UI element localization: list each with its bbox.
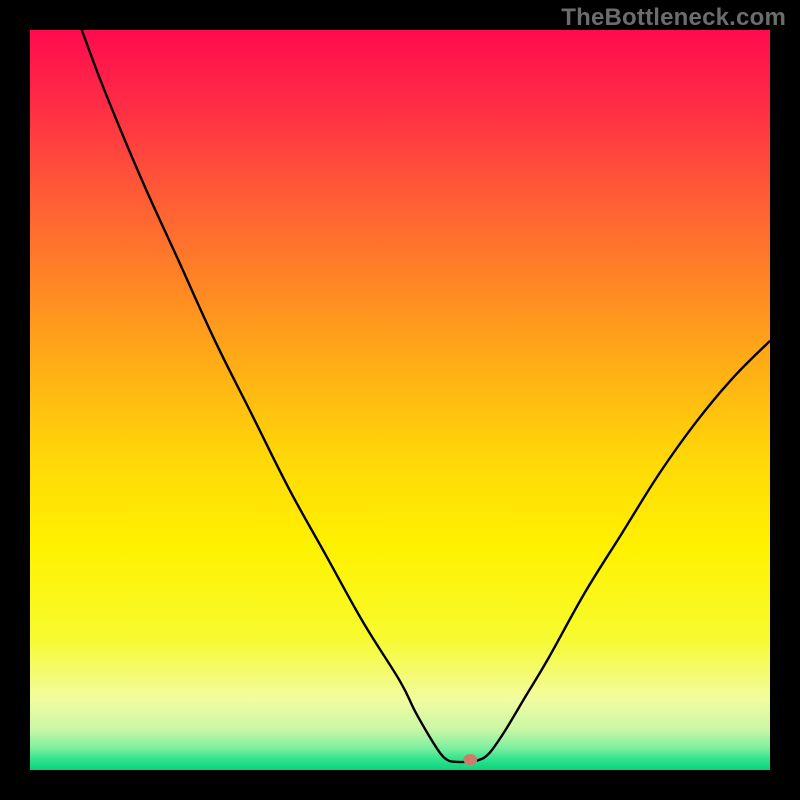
optimal-marker	[463, 754, 477, 765]
watermark-text: TheBottleneck.com	[561, 4, 786, 32]
gradient-background	[30, 30, 770, 770]
chart-plot-area	[30, 30, 770, 770]
chart-svg	[30, 30, 770, 770]
chart-frame: TheBottleneck.com	[0, 0, 800, 800]
